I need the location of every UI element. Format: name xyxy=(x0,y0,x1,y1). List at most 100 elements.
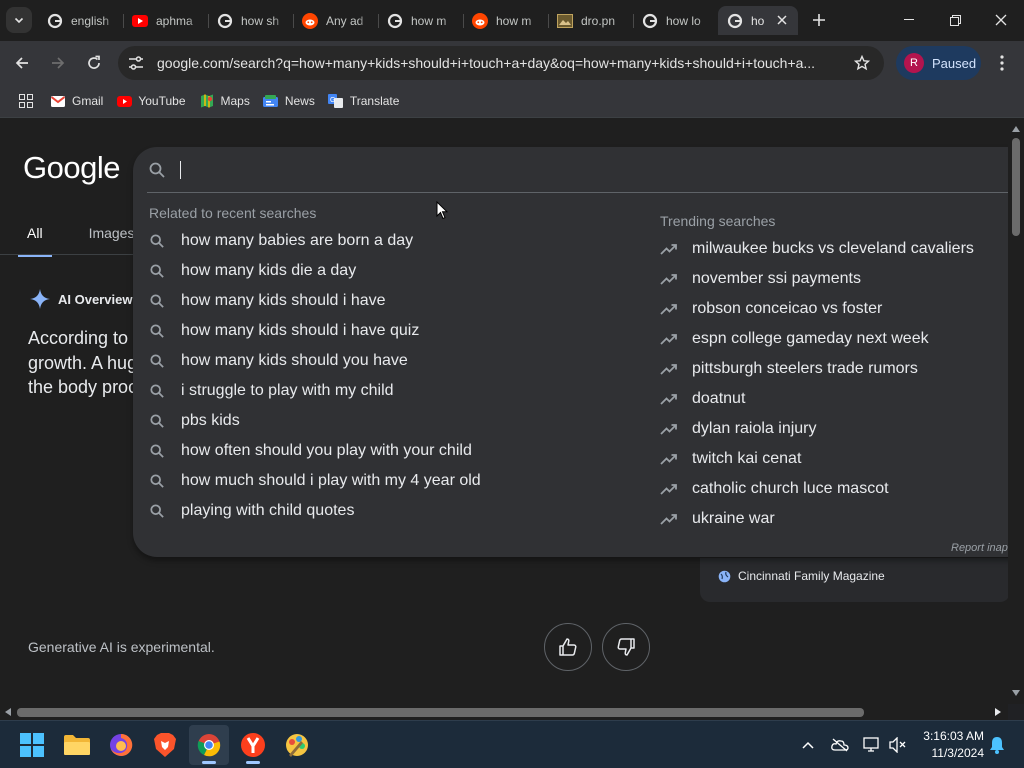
trending-item[interactable]: dylan raiola injury xyxy=(660,420,817,438)
trending-item[interactable]: milwaukee bucks vs cleveland cavaliers xyxy=(660,240,974,258)
search-input[interactable] xyxy=(179,159,979,181)
suggestion-item[interactable]: how many kids should i have xyxy=(149,292,386,310)
browser-tab[interactable]: english xyxy=(38,6,123,35)
notification-bell-icon[interactable] xyxy=(987,735,1007,755)
scroll-up-arrow-icon[interactable] xyxy=(1011,124,1021,134)
file-explorer-button[interactable] xyxy=(57,725,97,765)
trending-text: dylan raiola injury xyxy=(692,420,817,437)
trending-item[interactable]: ukraine war xyxy=(660,510,775,528)
browser-tab-active[interactable]: ho xyxy=(718,6,798,35)
trending-item[interactable]: doatnut xyxy=(660,390,745,408)
thumbs-down-button[interactable] xyxy=(602,623,650,671)
scroll-right-arrow-icon[interactable] xyxy=(993,707,1003,717)
system-clock[interactable]: 3:16:03 AM 11/3/2024 xyxy=(918,728,984,762)
bookmark-news[interactable]: News xyxy=(263,93,315,109)
site-settings-icon[interactable] xyxy=(128,55,144,71)
minimize-button[interactable] xyxy=(886,0,932,40)
tab-title: how m xyxy=(411,13,447,28)
onedrive-icon[interactable] xyxy=(830,735,850,755)
network-icon[interactable] xyxy=(862,735,882,755)
browser-tab[interactable]: how m xyxy=(463,6,548,35)
suggestion-item[interactable]: how often should you play with your chil… xyxy=(149,442,472,460)
suggestion-item[interactable]: how many kids should you have xyxy=(149,352,408,370)
maps-icon xyxy=(199,93,215,109)
youtube-icon xyxy=(116,93,132,109)
trending-item[interactable]: twitch kai cenat xyxy=(660,450,801,468)
tab-search-button[interactable] xyxy=(6,7,32,33)
ai-overview-title: AI Overview xyxy=(58,291,133,307)
forward-button[interactable] xyxy=(44,49,72,77)
bookmark-star-icon[interactable] xyxy=(853,54,871,72)
trending-text: doatnut xyxy=(692,390,746,407)
new-tab-button[interactable] xyxy=(808,8,830,32)
report-inappropriate-link[interactable]: Report inap xyxy=(951,542,1008,554)
suggestion-item[interactable]: how many babies are born a day xyxy=(149,232,413,250)
back-button[interactable] xyxy=(8,49,36,77)
bookmark-maps[interactable]: Maps xyxy=(199,93,250,109)
search-icon xyxy=(148,161,166,179)
trending-item[interactable]: pittsburgh steelers trade rumors xyxy=(660,360,918,378)
scroll-down-arrow-icon[interactable] xyxy=(1011,688,1021,698)
chevron-up-icon[interactable] xyxy=(798,735,818,755)
source-card[interactable]: Cincinnati Family Magazine xyxy=(700,558,1008,602)
suggestion-item[interactable]: how much should i play with my 4 year ol… xyxy=(149,472,481,490)
browser-tab[interactable]: dro.pn xyxy=(548,6,633,35)
restore-button[interactable] xyxy=(932,0,978,40)
clock-date: 11/3/2024 xyxy=(931,746,985,760)
google-logo[interactable]: Google xyxy=(23,150,120,186)
suggestion-item[interactable]: i struggle to play with my child xyxy=(149,382,394,400)
browser-tab[interactable]: Any ad xyxy=(293,6,378,35)
yandex-button[interactable] xyxy=(233,725,273,765)
google-icon xyxy=(387,13,403,29)
close-window-button[interactable] xyxy=(978,0,1024,40)
suggestion-text: how many babies are born a day xyxy=(181,232,414,249)
bookmark-youtube[interactable]: YouTube xyxy=(116,93,186,109)
browser-tab[interactable]: how m xyxy=(378,6,463,35)
suggestion-item[interactable]: playing with child quotes xyxy=(149,502,354,520)
search-icon xyxy=(149,443,165,459)
suggestion-item[interactable]: how many kids die a day xyxy=(149,262,356,280)
suggestion-item[interactable]: how many kids should i have quiz xyxy=(149,322,419,340)
trending-up-icon xyxy=(660,390,678,408)
profile-button[interactable]: R Paused xyxy=(896,46,981,80)
reload-button[interactable] xyxy=(80,49,108,77)
apps-grid-icon[interactable] xyxy=(18,93,34,109)
brave-button[interactable] xyxy=(145,725,185,765)
address-bar[interactable]: google.com/search?q=how+many+kids+should… xyxy=(118,46,884,80)
scrollbar-thumb[interactable] xyxy=(17,708,864,717)
browser-tab[interactable]: how lo xyxy=(633,6,718,35)
bookmark-translate[interactable]: G Translate xyxy=(328,93,399,109)
search-icon xyxy=(149,263,165,279)
trending-item[interactable]: catholic church luce mascot xyxy=(660,480,889,498)
vertical-scrollbar[interactable] xyxy=(1008,118,1024,704)
tab-list: english aphma how sh Any ad how m how m xyxy=(38,6,798,35)
suggestion-text: how many kids should i have quiz xyxy=(181,322,420,339)
chrome-button[interactable] xyxy=(189,725,229,765)
scrollbar-thumb[interactable] xyxy=(1012,138,1020,236)
suggestion-text: how often should you play with your chil… xyxy=(181,442,472,459)
paint-button[interactable] xyxy=(277,725,317,765)
trending-item[interactable]: espn college gameday next week xyxy=(660,330,929,348)
close-tab-icon[interactable] xyxy=(774,12,790,28)
tab-all[interactable]: All xyxy=(18,222,52,257)
trending-item[interactable]: november ssi payments xyxy=(660,270,861,288)
browser-tab[interactable]: how sh xyxy=(208,6,293,35)
browser-tab[interactable]: aphma xyxy=(123,6,208,35)
tab-title: how sh xyxy=(241,13,280,28)
trending-item[interactable]: robson conceicao vs foster xyxy=(660,300,882,318)
trending-up-icon xyxy=(660,420,678,438)
volume-muted-icon[interactable] xyxy=(888,735,908,755)
bookmark-gmail[interactable]: Gmail xyxy=(50,93,103,109)
suggestion-item[interactable]: pbs kids xyxy=(149,412,240,430)
windows-start-button[interactable] xyxy=(12,725,52,765)
scroll-left-arrow-icon[interactable] xyxy=(3,707,13,717)
thumbs-up-button[interactable] xyxy=(544,623,592,671)
firefox-button[interactable] xyxy=(101,725,141,765)
mouse-cursor-icon xyxy=(436,201,448,220)
browser-menu-button[interactable] xyxy=(992,52,1012,74)
bookmark-label: YouTube xyxy=(138,94,186,108)
thumbs-down-icon xyxy=(617,638,635,656)
source-link[interactable]: Cincinnati Family Magazine xyxy=(718,569,885,583)
horizontal-scrollbar[interactable] xyxy=(0,704,1008,720)
address-bar-url[interactable]: google.com/search?q=how+many+kids+should… xyxy=(157,55,847,71)
